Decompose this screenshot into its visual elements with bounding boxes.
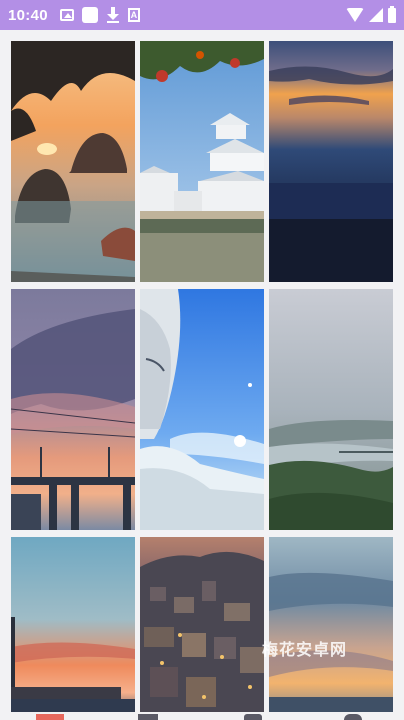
wallpaper-tile-1[interactable] (11, 41, 135, 282)
signal-icon (369, 8, 383, 22)
download-icon (106, 7, 120, 23)
wifi-icon (346, 8, 364, 22)
battery-icon (388, 5, 396, 23)
tab-indicator-active[interactable] (36, 714, 64, 720)
square-icon (81, 7, 98, 23)
status-time: 10:40 (8, 6, 48, 24)
tab-indicator-3[interactable] (244, 714, 262, 720)
wallpaper-tile-5[interactable] (140, 289, 264, 530)
watermark-text: 梅花安卓网 (262, 640, 348, 659)
wallpaper-tile-6[interactable] (269, 289, 393, 530)
a-icon: A (127, 8, 140, 22)
wallpaper-tile-9[interactable] (269, 537, 393, 720)
wallpaper-tile-7[interactable] (11, 537, 135, 720)
tab-indicator-2[interactable] (138, 714, 158, 720)
wallpaper-tile-3[interactable] (269, 41, 393, 282)
tab-indicator-4[interactable] (344, 714, 362, 720)
wallpaper-tile-4[interactable] (11, 289, 135, 530)
wallpaper-tile-8[interactable] (140, 537, 264, 720)
wallpaper-tile-2[interactable] (140, 41, 264, 282)
image-icon (59, 9, 74, 21)
status-bar: 10:40 A (0, 0, 404, 30)
